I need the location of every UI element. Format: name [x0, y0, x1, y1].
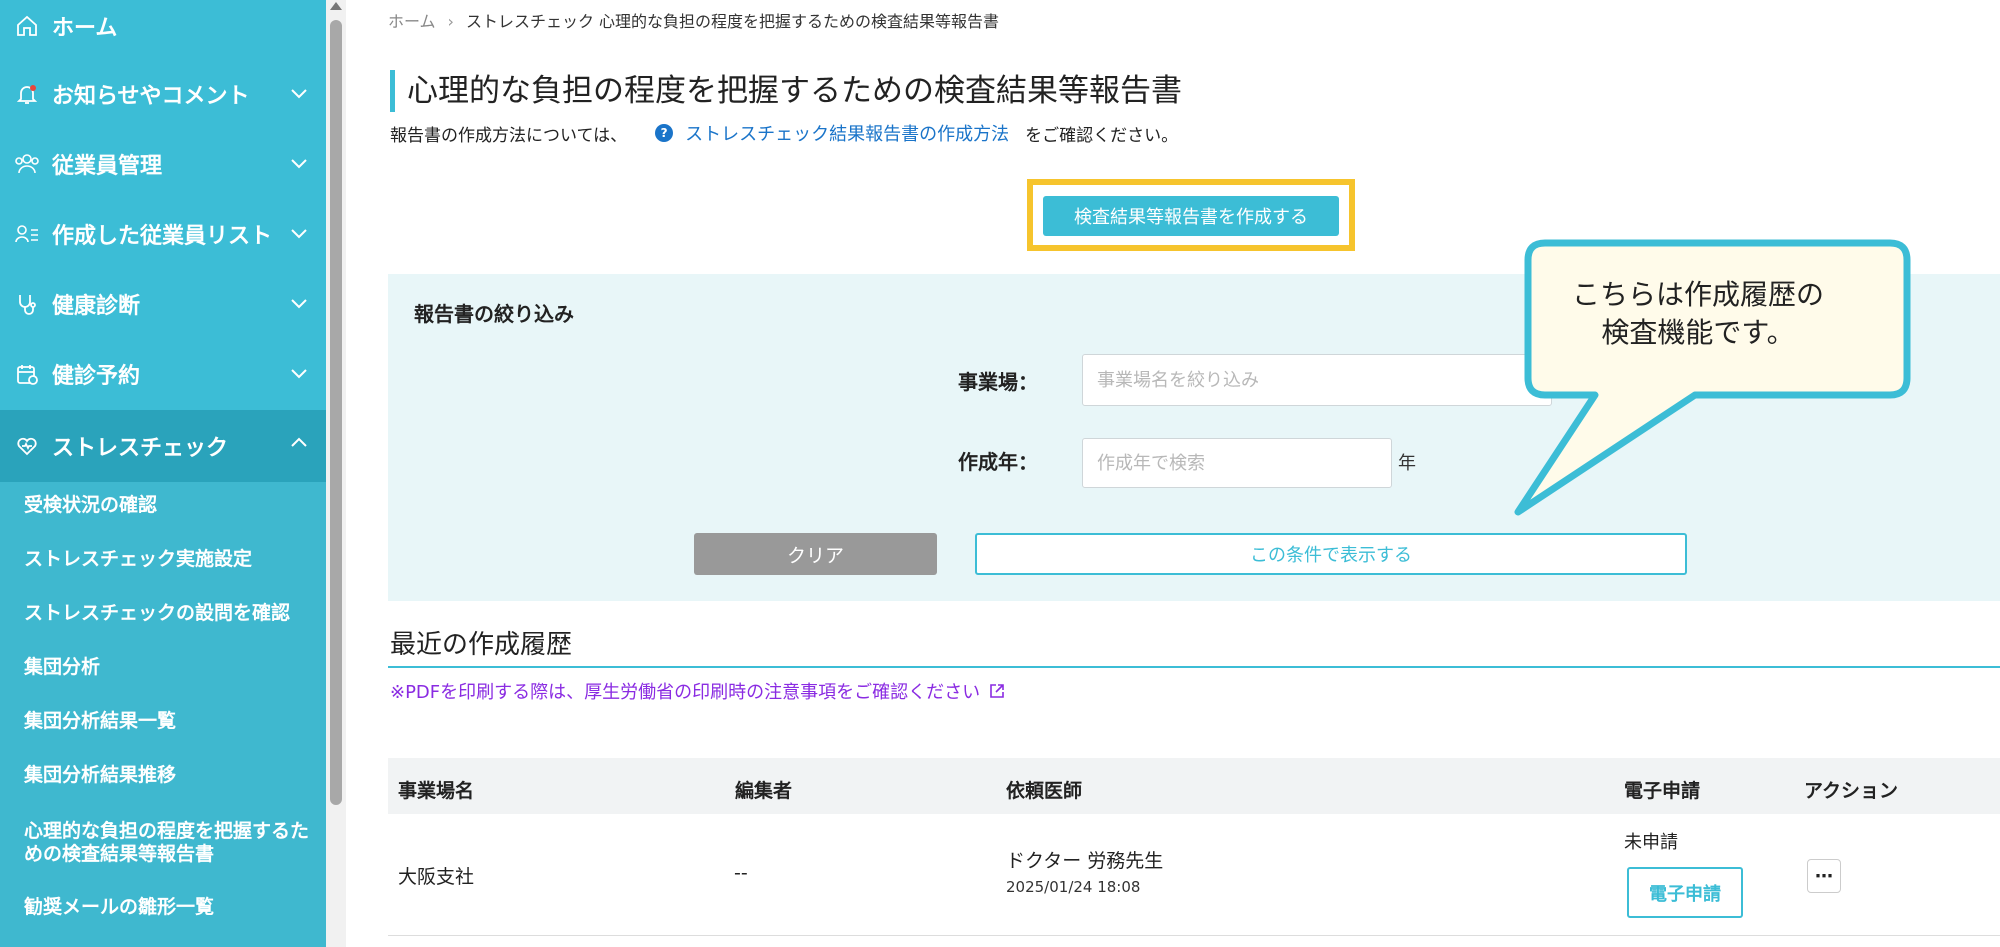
intro-before: 報告書の作成方法については、 [390, 125, 628, 146]
column-header: 編集者 [735, 780, 793, 802]
workplace-label: 事業場： [958, 370, 1038, 394]
home-icon [14, 13, 40, 39]
stress-check-submenu: 受検状況の確認 ストレスチェック実施設定 ストレスチェックの設問を確認 集団分析… [0, 482, 326, 947]
intro-after: をご確認ください。 [1025, 125, 1179, 146]
breadcrumb-home[interactable]: ホーム [388, 12, 436, 31]
external-link-icon [990, 684, 1004, 698]
table-row: 大阪支社 -- ドクター 労務先生 2025/01/24 18:08 未申請 電… [388, 814, 2000, 936]
pdf-note-link[interactable]: ※PDFを印刷する際は、厚生労働省の印刷時の注意事項をご確認ください [390, 678, 1006, 704]
submenu-item[interactable]: 集団分析結果推移 [24, 764, 314, 787]
submenu-item-active[interactable]: 心理的な負担の程度を把握するための検査結果等報告書 [24, 820, 314, 866]
sidebar-item-health-checkup[interactable]: 健康診断 [0, 270, 326, 338]
submenu-item[interactable]: 勧奨メールの雛形一覧 [24, 896, 314, 919]
users-icon [14, 151, 40, 177]
intro-text: 報告書の作成方法については、 ? ストレスチェック結果報告書の作成方法 をご確認… [390, 120, 1178, 146]
breadcrumb-current: 心理的な負担の程度を把握するための検査結果等報告書 [599, 12, 1000, 31]
sidebar: ホーム お知らせやコメント 従業員管理 作成した従業員リスト 健康診断 健診予約 [0, 0, 326, 947]
filter-title: 報告書の絞り込み [414, 302, 574, 326]
help-icon: ? [655, 124, 674, 142]
year-filter-input[interactable] [1082, 438, 1392, 488]
workplace-filter-input[interactable] [1082, 354, 1552, 406]
submenu-item[interactable]: 受検状況の確認 [24, 494, 314, 517]
status-text: 未申請 [1624, 832, 1678, 853]
electronic-submit-button[interactable]: 電子申請 [1627, 867, 1743, 918]
breadcrumb-separator-icon: › [447, 12, 454, 31]
page-title: 心理的な負担の程度を把握するための検査結果等報告書 [390, 70, 1182, 112]
chevron-down-icon [291, 159, 307, 169]
column-header: 事業場名 [398, 780, 475, 802]
submenu-item[interactable]: ストレスチェックの設問を確認 [24, 602, 314, 625]
create-report-button[interactable]: 検査結果等報告書を作成する [1043, 196, 1339, 236]
divider [388, 666, 2000, 668]
workplace-cell: 大阪支社 [398, 866, 475, 888]
sidebar-item-checkup-booking[interactable]: 健診予約 [0, 340, 326, 408]
stethoscope-icon [14, 291, 40, 317]
breadcrumb-section: ストレスチェック [465, 12, 594, 31]
more-actions-button[interactable]: ⋯ [1807, 859, 1841, 893]
chevron-down-icon [291, 229, 307, 239]
chevron-down-icon [291, 89, 307, 99]
editor-cell: -- [734, 862, 748, 884]
calendar-icon [14, 361, 40, 387]
filter-panel: 報告書の絞り込み 事業場： 作成年： 年 クリア この条件で表示する [388, 274, 2000, 601]
scroll-up-arrow-icon[interactable] [330, 2, 342, 10]
column-header: 依頼医師 [1006, 780, 1083, 802]
chevron-down-icon [291, 369, 307, 379]
pdf-note-text: ※PDFを印刷する際は、厚生労働省の印刷時の注意事項をご確認ください [390, 682, 981, 703]
sidebar-item-home[interactable]: ホーム [0, 0, 326, 60]
table-header: 事業場名 編集者 依頼医師 電子申請 アクション [388, 758, 2000, 814]
doctor-cell: ドクター 労務先生 [1006, 850, 1164, 872]
history-title: 最近の作成履歴 [390, 630, 573, 660]
year-unit: 年 [1398, 453, 1416, 474]
datetime-cell: 2025/01/24 18:08 [1006, 878, 1141, 896]
chevron-up-icon [291, 437, 307, 447]
sidebar-item-notices[interactable]: お知らせやコメント [0, 60, 326, 128]
sidebar-item-label: 従業員管理 [52, 154, 163, 179]
chevron-down-icon [291, 299, 307, 309]
sidebar-item-employee-lists[interactable]: 作成した従業員リスト [0, 200, 326, 268]
create-button-highlight: 検査結果等報告書を作成する [1027, 179, 1355, 251]
sidebar-item-label: ホーム [52, 16, 118, 41]
sidebar-item-label: ストレスチェック [52, 436, 229, 461]
sidebar-item-employees[interactable]: 従業員管理 [0, 130, 326, 198]
year-label: 作成年： [958, 450, 1038, 474]
heart-icon [14, 433, 40, 459]
sidebar-scrollbar[interactable] [326, 0, 346, 947]
sidebar-item-label: 作成した従業員リスト [52, 224, 273, 249]
breadcrumb: ホーム › ストレスチェック 心理的な負担の程度を把握するための検査結果等報告書 [388, 8, 999, 32]
user-list-icon [14, 221, 40, 247]
main-content: ホーム › ストレスチェック 心理的な負担の程度を把握するための検査結果等報告書 心… [346, 0, 2000, 947]
sidebar-item-label: 健診予約 [52, 364, 141, 389]
apply-filter-button[interactable]: この条件で表示する [975, 533, 1687, 575]
help-link[interactable]: ストレスチェック結果報告書の作成方法 [685, 120, 1009, 146]
bell-icon [14, 81, 40, 107]
column-header: 電子申請 [1624, 780, 1701, 802]
submenu-item[interactable]: 集団分析 [24, 656, 314, 679]
submenu-item[interactable]: 集団分析結果一覧 [24, 710, 314, 733]
sidebar-item-label: お知らせやコメント [52, 84, 250, 109]
scroll-thumb[interactable] [330, 20, 342, 805]
column-header: アクション [1804, 780, 1899, 802]
sidebar-item-stress-check[interactable]: ストレスチェック [0, 410, 326, 482]
submenu-item[interactable]: ストレスチェック実施設定 [24, 548, 314, 571]
sidebar-item-label: 健康診断 [52, 294, 141, 319]
clear-button[interactable]: クリア [694, 533, 937, 575]
